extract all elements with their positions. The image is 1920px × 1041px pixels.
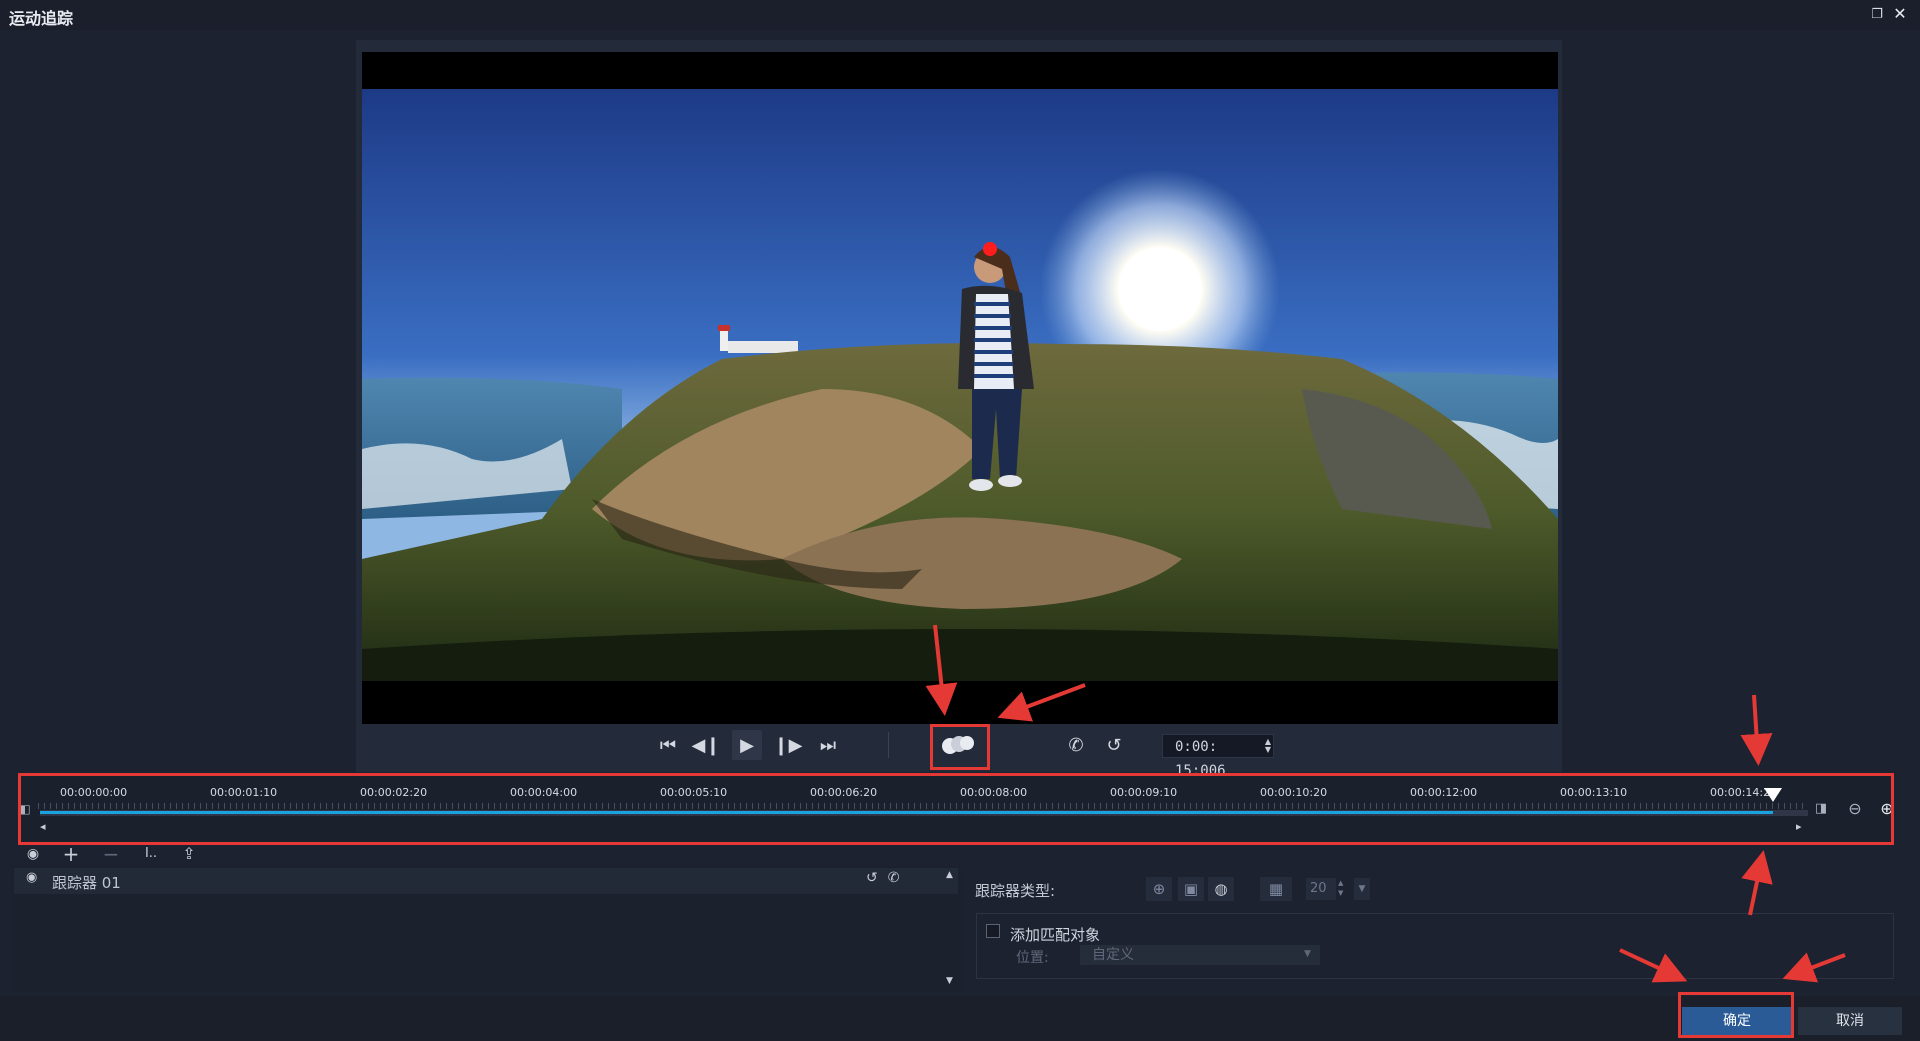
arrow-timeline-down <box>1740 694 1773 766</box>
arrow-ok-right <box>1782 952 1846 983</box>
arrow-timeline-up <box>1741 850 1773 916</box>
annotation-arrows <box>925 624 1846 983</box>
arrow-track-down <box>925 624 958 716</box>
arrow-track-left <box>997 683 1086 722</box>
arrow-ok-left <box>1619 948 1688 983</box>
